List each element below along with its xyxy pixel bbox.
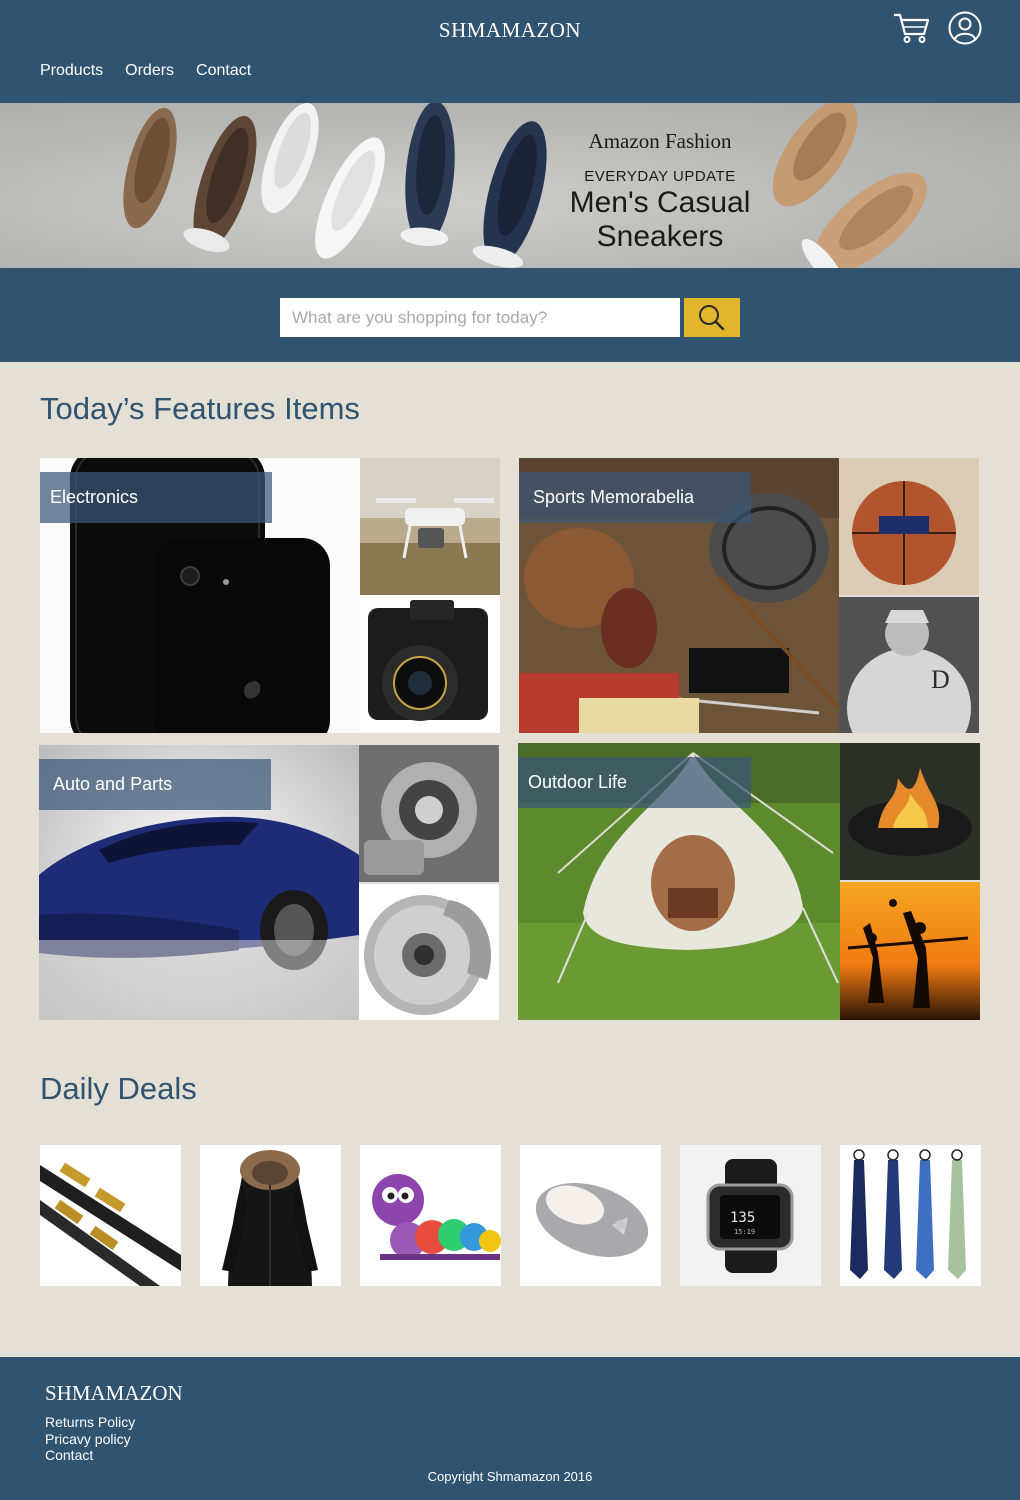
- tile-outdoor-life[interactable]: Outdoor Life: [518, 743, 980, 1020]
- site-header: SHMAMAZON Products Orders Contact: [0, 0, 1020, 103]
- footer-link-returns[interactable]: Returns Policy: [45, 1414, 135, 1430]
- svg-text:15:19: 15:19: [734, 1228, 755, 1236]
- main-nav: Products Orders Contact: [40, 62, 251, 80]
- banner-line-2: EVERYDAY UPDATE: [584, 168, 736, 185]
- deal-item-parka[interactable]: [200, 1145, 341, 1286]
- banner-shoes-illustration: [123, 103, 927, 268]
- toy-caterpillar-image: [372, 1174, 501, 1260]
- search-button[interactable]: [684, 298, 740, 337]
- nav-orders[interactable]: Orders: [125, 62, 174, 80]
- search-band: [0, 268, 1020, 362]
- site-footer: SHMAMAZON Returns Policy Pricavy policy …: [0, 1357, 1020, 1500]
- footer-links: Returns Policy Pricavy policy Contact: [45, 1414, 135, 1464]
- black-parka-image: [222, 1150, 318, 1286]
- deal-item-ties[interactable]: [840, 1145, 981, 1286]
- fitness-watch-image: 135 15:19: [706, 1159, 794, 1273]
- footer-link-privacy[interactable]: Pricavy policy: [45, 1431, 131, 1447]
- deal-item-skis[interactable]: [40, 1145, 181, 1286]
- tile-label-sports: Sports Memorabelia: [519, 472, 751, 523]
- tile-label-electronics: Electronics: [40, 472, 272, 523]
- deal-item-slipper[interactable]: [520, 1145, 661, 1286]
- deal-item-watch[interactable]: 135 15:19: [680, 1145, 821, 1286]
- banner-line-3: Men's Casual: [569, 186, 751, 219]
- banner-line-4: Sneakers: [596, 220, 724, 253]
- tile-auto-parts[interactable]: Auto and Parts: [39, 745, 499, 1020]
- slipper-image: [535, 1183, 649, 1257]
- svg-text:135: 135: [730, 1210, 755, 1226]
- banner-line-1: Amazon Fashion: [588, 129, 732, 153]
- deal-item-toy[interactable]: [360, 1145, 501, 1286]
- cart-icon[interactable]: [892, 12, 930, 44]
- neckties-image: [850, 1149, 966, 1279]
- skis-image: [40, 1162, 181, 1286]
- featured-title: Today’s Features Items: [40, 391, 360, 426]
- footer-brand[interactable]: SHMAMAZON: [45, 1381, 183, 1406]
- copyright-text: Copyright Shmamazon 2016: [427, 1469, 593, 1484]
- search-input[interactable]: [280, 298, 680, 337]
- footer-link-contact[interactable]: Contact: [45, 1447, 93, 1463]
- tile-sports-memorabilia[interactable]: D Sports Memorabelia: [519, 458, 979, 733]
- user-icon[interactable]: [948, 11, 982, 45]
- search-icon: [699, 304, 725, 330]
- tile-label-outdoor: Outdoor Life: [518, 757, 751, 808]
- nav-products[interactable]: Products: [40, 62, 103, 80]
- tile-electronics[interactable]: Electronics: [40, 458, 500, 733]
- nav-contact[interactable]: Contact: [196, 62, 251, 80]
- promo-banner[interactable]: Amazon Fashion EVERYDAY UPDATE Men's Cas…: [0, 103, 1020, 268]
- svg-text:D: D: [931, 665, 950, 694]
- tile-label-auto: Auto and Parts: [39, 759, 271, 810]
- brand-logo[interactable]: SHMAMAZON: [0, 18, 1020, 43]
- banner-text: Amazon Fashion EVERYDAY UPDATE Men's Cas…: [560, 129, 760, 253]
- deals-title: Daily Deals: [40, 1071, 197, 1106]
